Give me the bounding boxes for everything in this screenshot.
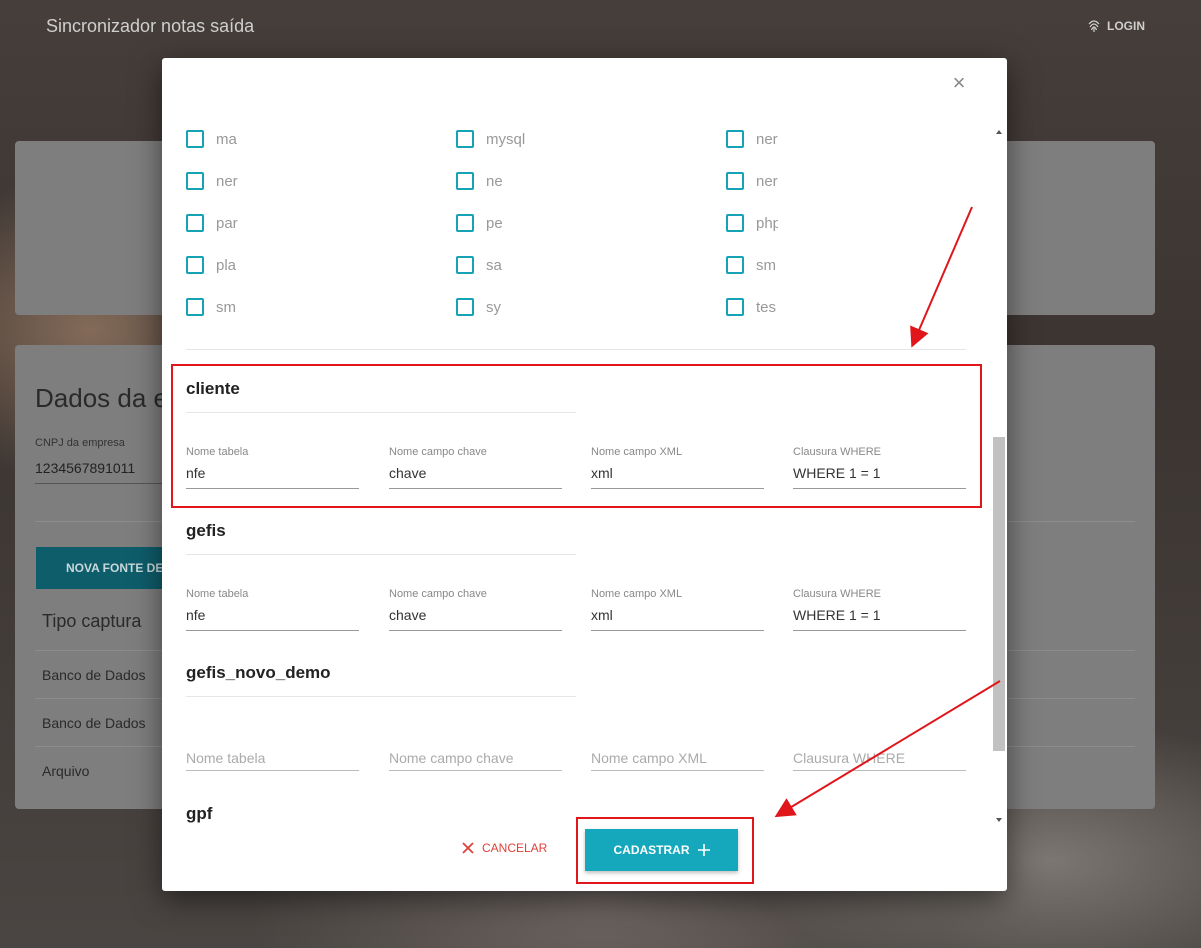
annotation-arrows — [774, 206, 1001, 818]
annotation-arrow — [774, 680, 1001, 818]
annotation-arrow — [910, 206, 973, 348]
